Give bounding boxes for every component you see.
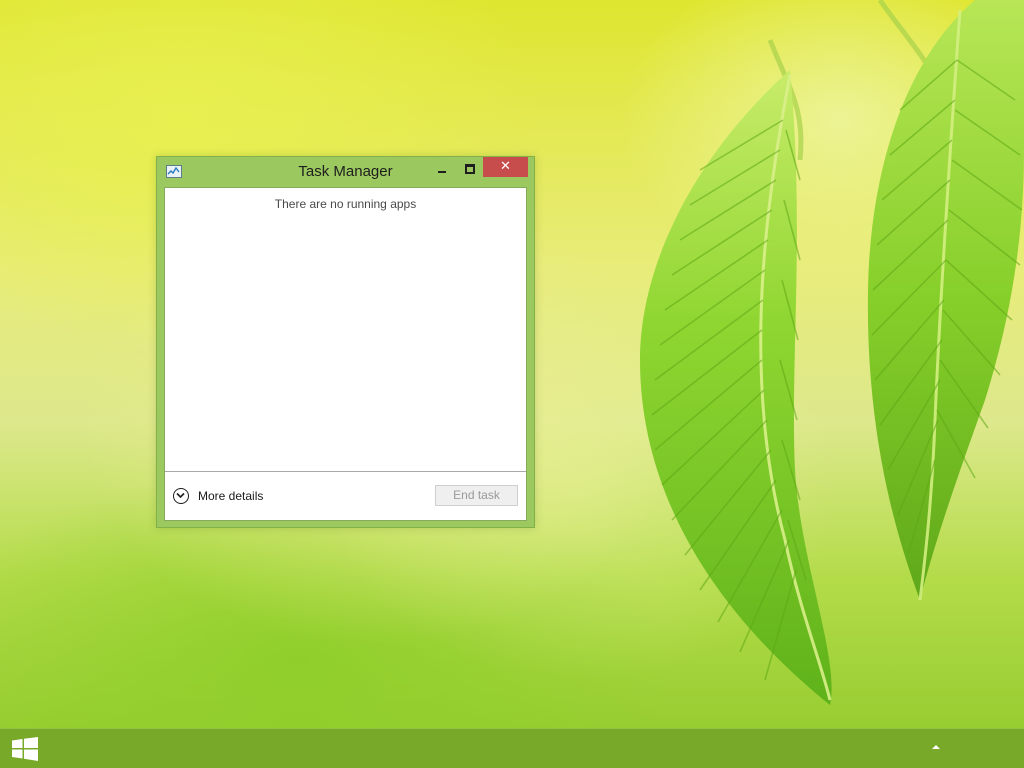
end-task-button[interactable]: End task (435, 485, 518, 506)
more-details-label: More details (198, 489, 264, 503)
show-hidden-icons-button[interactable] (926, 741, 946, 755)
more-details-toggle[interactable]: More details (173, 486, 263, 506)
taskbar (0, 728, 1024, 768)
minimize-button[interactable] (429, 157, 455, 181)
close-icon: ✕ (500, 159, 511, 174)
desktop: Task Manager ✕ There are no running apps… (0, 0, 1024, 768)
start-button[interactable] (0, 729, 50, 768)
task-manager-icon[interactable] (166, 165, 182, 179)
footer-divider (165, 471, 526, 472)
close-button[interactable]: ✕ (483, 157, 528, 177)
maximize-button[interactable] (457, 157, 483, 181)
task-manager-window[interactable]: Task Manager ✕ There are no running apps… (156, 156, 535, 528)
window-title: Task Manager (298, 163, 393, 180)
app-list-panel: There are no running apps More details E… (164, 187, 527, 521)
chevron-down-circle-icon (173, 488, 189, 504)
windows-logo-icon (12, 737, 38, 761)
title-bar[interactable]: Task Manager ✕ (157, 157, 534, 187)
empty-state-message: There are no running apps (274, 197, 417, 211)
